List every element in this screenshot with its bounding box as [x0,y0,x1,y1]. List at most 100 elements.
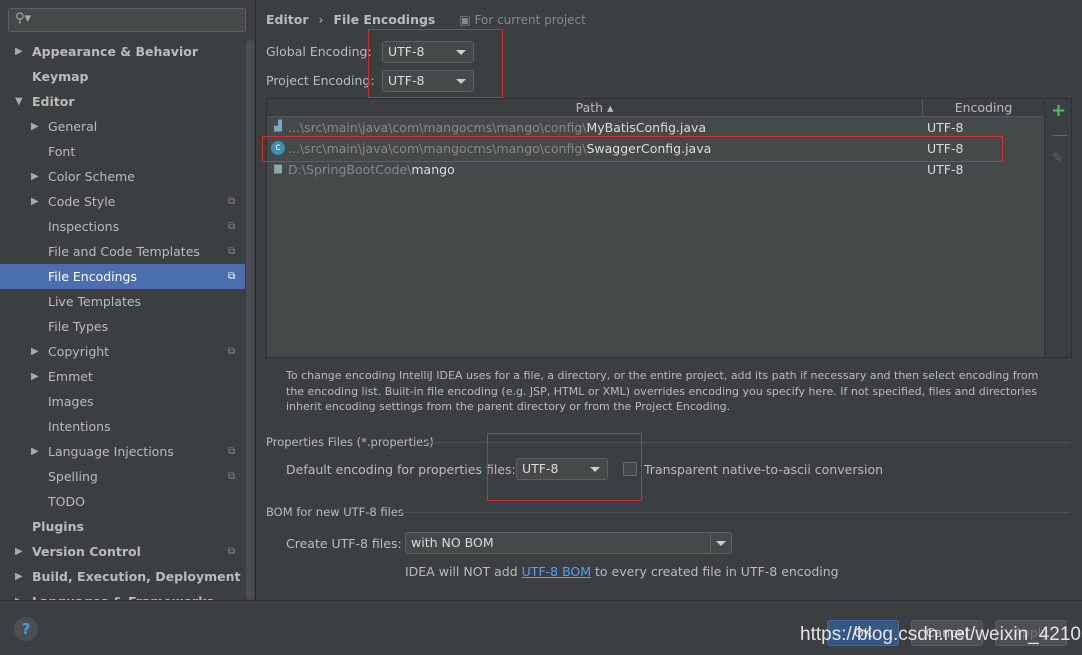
project-scope-icon: ⧉ [228,246,236,257]
project-encoding-label: Project Encoding: [266,73,375,88]
sidebar-item-label: Copyright [48,344,110,359]
sidebar-item-label: General [48,119,98,134]
sidebar-item-label: File and Code Templates [48,244,200,259]
sidebar-item-font[interactable]: Font [0,139,245,164]
project-scope-icon: ⧉ [228,471,236,482]
sidebar-item-label: Intentions [48,419,111,434]
collapsed-arrow-icon[interactable]: ▶ [31,164,39,189]
encoding-cell[interactable]: UTF-8 [927,159,963,180]
collapsed-arrow-icon[interactable]: ▶ [15,564,23,589]
settings-search-input[interactable]: ⚲▾ [8,8,246,32]
sidebar-item-label: Live Templates [48,294,142,309]
search-icon: ⚲▾ [15,11,32,26]
sidebar-item-label: File Types [48,319,109,334]
sidebar-item-todo[interactable]: TODO [0,489,245,514]
help-icon[interactable]: ? [14,617,38,641]
sidebar-item-intentions[interactable]: Intentions [0,414,245,439]
path-column-header[interactable]: Path ▴ [267,99,923,117]
sidebar-item-label: Code Style [48,194,116,209]
path-cell: D:\SpringBootCode\mango [288,159,455,180]
project-scope-icon: ⧉ [228,271,236,282]
project-scope-icon: ⧉ [228,196,236,207]
sidebar-item-label: Build, Execution, Deployment [32,569,241,584]
sidebar-item-plugins[interactable]: Plugins [0,514,245,539]
remove-icon[interactable]: — [1052,125,1068,144]
sidebar-item-editor[interactable]: ▼ Editor [0,89,245,114]
properties-encoding-label: Default encoding for properties files: [286,462,516,477]
sidebar-item-language-injections[interactable]: ▶ Language Injections ⧉ [0,439,245,464]
breadcrumb-parent[interactable]: Editor [266,12,309,27]
sidebar-item-code-style[interactable]: ▶ Code Style ⧉ [0,189,245,214]
sidebar-item-images[interactable]: Images [0,389,245,414]
collapsed-arrow-icon[interactable]: ▶ [15,39,23,64]
expanded-arrow-icon[interactable]: ▼ [15,89,23,114]
breadcrumb: Editor › File Encodings ▣ For current pr… [266,12,586,27]
watermark: https://blog.csdn.net/weixin_42103983 [800,624,1082,645]
bom-label: Create UTF-8 files: [286,536,402,551]
breadcrumb-separator: › [318,12,324,27]
sidebar-item-file-and-code-templates[interactable]: File and Code Templates ⧉ [0,239,245,264]
sidebar-item-label: Color Scheme [48,169,135,184]
sidebar-item-label: Appearance & Behavior [32,44,198,59]
global-encoding-label: Global Encoding: [266,44,372,59]
highlight-box [368,29,503,98]
encoding-help-text: To change encoding IntelliJ IDEA uses fo… [286,369,1039,413]
bom-note-text: IDEA will NOT add [405,564,522,579]
sidebar-item-label: File Encodings [48,269,138,284]
sidebar-item-label: TODO [48,494,85,509]
path-prefix: D:\SpringBootCode\ [288,162,412,177]
bom-note: IDEA will NOT add UTF-8 BOM to every cre… [405,564,839,579]
sidebar-item-label: Images [48,394,94,409]
sidebar-item-emmet[interactable]: ▶ Emmet [0,364,245,389]
native-to-ascii-label: Transparent native-to-ascii conversion [644,462,884,477]
sidebar-item-color-scheme[interactable]: ▶ Color Scheme [0,164,245,189]
sidebar-item-general[interactable]: ▶ General [0,114,245,139]
collapsed-arrow-icon[interactable]: ▶ [15,539,23,564]
table-row[interactable]: ▆ D:\SpringBootCode\mango UTF-8 [267,159,1044,180]
sidebar-scrollbar[interactable] [246,40,254,600]
sidebar-item-label: Spelling [48,469,98,484]
module-folder-icon: ▆ [274,163,282,174]
sidebar-item-live-templates[interactable]: Live Templates [0,289,245,314]
sidebar-item-keymap[interactable]: Keymap [0,64,245,89]
scope-text: For current project [474,13,586,27]
add-icon[interactable]: + [1051,100,1066,121]
table-toolbar: + — ✎ [1046,98,1072,358]
bom-select[interactable]: with NO BOM [405,532,732,554]
sidebar-item-label: Emmet [48,369,93,384]
sidebar-item-appearance-behavior[interactable]: ▶ Appearance & Behavior [0,39,245,64]
edit-icon[interactable]: ✎ [1052,151,1063,166]
sidebar-item-label: Editor [32,94,75,109]
sidebar-item-build-execution-deployment[interactable]: ▶ Build, Execution, Deployment [0,564,245,589]
encoding-column-header[interactable]: Encoding [923,99,1044,117]
sidebar-item-spelling[interactable]: Spelling ⧉ [0,464,245,489]
sidebar-item-label: Font [48,144,76,159]
highlight-box [262,136,1003,162]
sidebar-item-label: Version Control [32,544,141,559]
bom-section-title: BOM for new UTF-8 files [266,505,404,519]
sidebar-item-inspections[interactable]: Inspections ⧉ [0,214,245,239]
divider [400,512,1070,513]
highlight-box [487,433,642,501]
collapsed-arrow-icon[interactable]: ▶ [31,339,39,364]
settings-sidebar: ⚲▾ ▶ Appearance & Behavior Keymap ▼ Editor ▶ G… [0,0,256,600]
scope-label: ▣ For current project [459,13,585,27]
encoding-cell[interactable]: UTF-8 [927,117,963,138]
path-cell: ...\src\main\java\com\mangocms\mango\con… [288,117,706,138]
collapsed-arrow-icon[interactable]: ▶ [31,189,39,214]
table-row[interactable]: ▟ ...\src\main\java\com\mangocms\mango\co… [267,117,1044,138]
sidebar-item-languages-frameworks[interactable]: ▶ Languages & Frameworks [0,589,245,600]
collapsed-arrow-icon[interactable]: ▶ [31,439,39,464]
collapsed-arrow-icon[interactable]: ▶ [31,364,39,389]
path-name: mango [411,162,455,177]
properties-section-title: Properties Files (*.properties) [266,435,434,449]
collapsed-arrow-icon[interactable]: ▶ [15,589,23,600]
collapsed-arrow-icon[interactable]: ▶ [31,114,39,139]
utf8-bom-link[interactable]: UTF-8 BOM [522,564,591,579]
sidebar-item-file-encodings[interactable]: File Encodings ⧉ [0,264,245,289]
sidebar-item-copyright[interactable]: ▶ Copyright ⧉ [0,339,245,364]
sidebar-item-file-types[interactable]: File Types [0,314,245,339]
project-scope-icon: ⧉ [228,221,236,232]
breadcrumb-current: File Encodings [333,12,436,27]
sidebar-item-version-control[interactable]: ▶ Version Control ⧉ [0,539,245,564]
